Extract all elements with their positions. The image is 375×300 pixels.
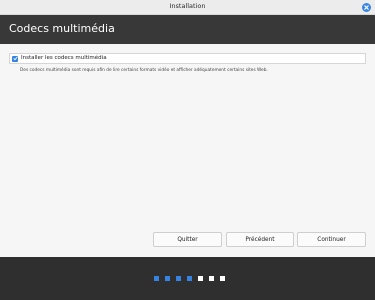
progress-step-pending [209, 276, 214, 281]
progress-step-completed [187, 276, 192, 281]
content-area: Installer les codecs multimédia Des code… [0, 44, 375, 257]
quit-button[interactable]: Quitter [153, 232, 222, 247]
page-title: Codecs multimédia [9, 22, 115, 35]
close-button[interactable] [362, 3, 371, 12]
close-icon [364, 5, 369, 10]
window-title: Installation [169, 2, 206, 10]
progress-step-pending [220, 276, 225, 281]
progress-step-completed [154, 276, 159, 281]
install-codecs-checkbox[interactable] [12, 55, 18, 62]
install-codecs-label: Installer les codecs multimédia [21, 55, 107, 61]
checkmark-icon [12, 56, 18, 61]
footer-bar [0, 257, 375, 300]
codecs-option-row[interactable]: Installer les codecs multimédia [9, 53, 366, 64]
codecs-description: Des codecs multimédia sont requis afin d… [20, 68, 268, 73]
progress-step-pending [198, 276, 203, 281]
previous-button[interactable]: Précédent [226, 232, 294, 247]
progress-steps [154, 276, 225, 281]
page-header: Codecs multimédia [0, 15, 375, 44]
progress-step-completed [176, 276, 181, 281]
continue-button[interactable]: Continuer [297, 232, 366, 247]
window-titlebar: Installation [0, 0, 375, 15]
progress-step-completed [165, 276, 170, 281]
